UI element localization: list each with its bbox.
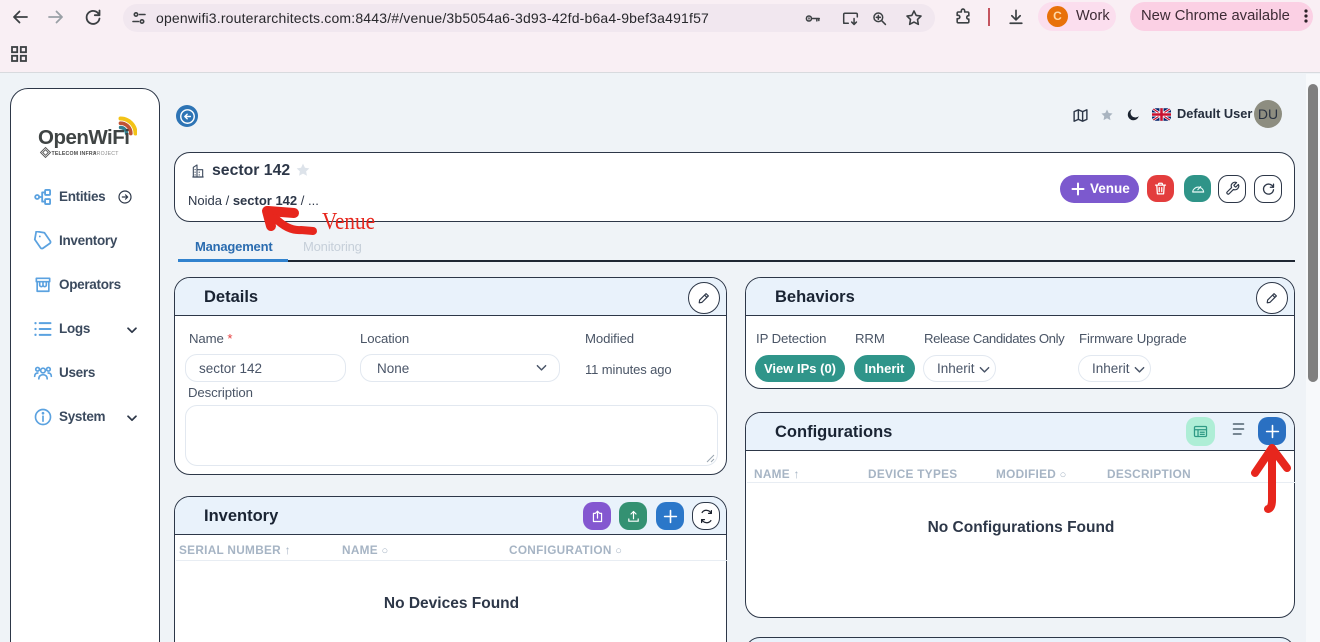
svg-text:Venue: Venue (322, 209, 375, 235)
